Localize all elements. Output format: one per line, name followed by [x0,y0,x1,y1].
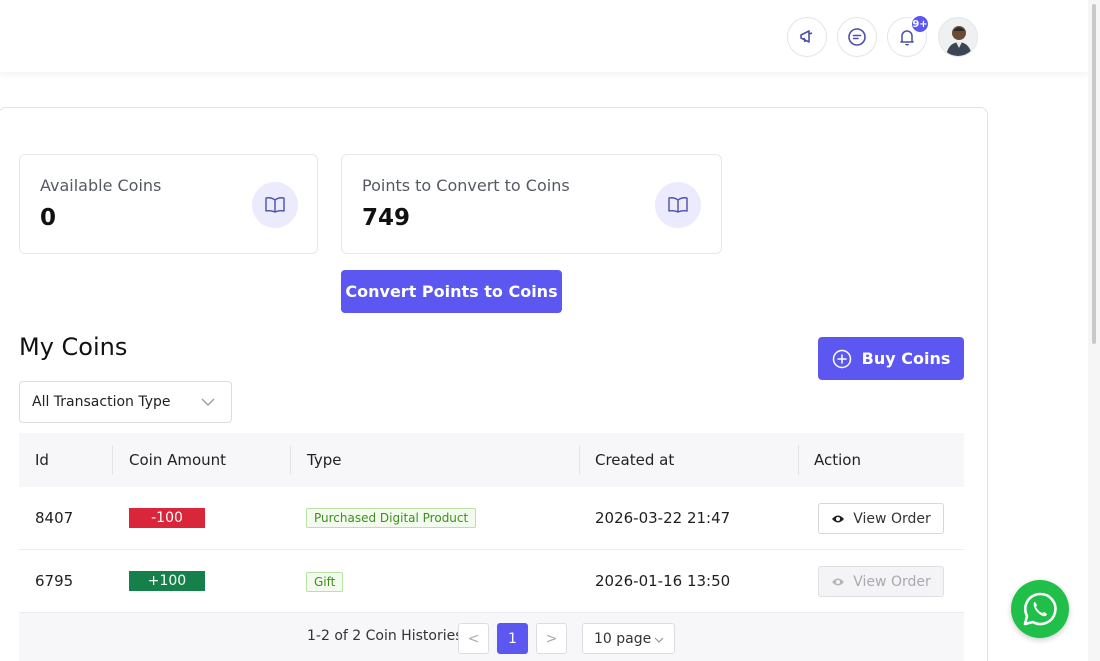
page-title: My Coins [19,333,128,361]
transaction-type-value: All Transaction Type [32,394,171,410]
column-header-id: Id [35,451,49,469]
notification-badge: 9+ [910,14,930,34]
column-header-coin-amount: Coin Amount [129,451,227,469]
column-divider [798,445,799,475]
eye-icon [832,515,845,522]
column-header-created-at: Created at [595,451,675,469]
next-page-button[interactable]: > [536,623,567,654]
points-label: Points to Convert to Coins [362,176,570,195]
top-bar: 9+ [0,0,1088,72]
convert-points-button[interactable]: Convert Points to Coins [341,270,562,313]
available-coins-label: Available Coins [40,176,162,195]
transaction-type-select[interactable]: All Transaction Type [19,381,232,423]
row-id: 8407 [35,509,74,527]
prev-page-button[interactable]: < [458,623,489,654]
chevron-down-icon [654,637,664,643]
table-row: 6795 +100 Gift 2026-01-16 13:50 View Ord… [19,550,964,613]
type-tag: Gift [306,572,344,592]
coin-amount-badge: +100 [129,571,205,591]
whatsapp-icon [1023,592,1057,626]
type-tag: Purchased Digital Product [306,508,477,528]
points-card: Points to Convert to Coins 749 [341,154,722,254]
table-header: Id Coin Amount Type Created at Action [19,433,964,487]
page-size-select[interactable]: 10 page [582,623,675,654]
bell-icon[interactable]: 9+ [887,14,930,57]
page-button-current[interactable]: 1 [497,623,528,654]
plus-circle-icon [832,349,851,368]
pagination-bar: 1-2 of 2 Coin Histories < 1 > 10 page [19,613,964,661]
scrollbar-thumb[interactable] [1092,4,1096,344]
view-order-button[interactable]: View Order [818,566,944,597]
view-order-button[interactable]: View Order [818,503,944,534]
pagination-summary: 1-2 of 2 Coin Histories [307,628,463,644]
avatar[interactable] [938,17,978,57]
chevron-down-icon [201,398,215,406]
buy-coins-button[interactable]: Buy Coins [818,337,964,380]
column-divider [290,445,291,475]
column-header-action: Action [814,451,861,469]
points-value: 749 [362,205,411,231]
page-scrollbar[interactable] [1088,0,1100,661]
megaphone-icon[interactable] [787,17,827,57]
created-at: 2026-03-22 21:47 [595,509,731,527]
whatsapp-chat-button[interactable] [1011,580,1069,638]
row-id: 6795 [35,572,74,590]
column-divider [112,445,113,475]
book-icon [252,182,298,228]
column-divider [579,445,580,475]
page-size-value: 10 page [594,630,652,647]
chat-icon[interactable] [837,17,877,57]
eye-icon [832,578,845,585]
coin-amount-badge: -100 [129,508,205,528]
available-coins-value: 0 [40,205,57,231]
table-row: 8407 -100 Purchased Digital Product 2026… [19,487,964,550]
created-at: 2026-01-16 13:50 [595,572,731,590]
available-coins-card: Available Coins 0 [19,154,318,254]
book-icon [655,182,701,228]
coin-history-table: Id Coin Amount Type Created at Action 84… [19,433,964,661]
buy-coins-label: Buy Coins [861,349,951,368]
view-order-label: View Order [853,573,931,590]
column-header-type: Type [307,451,342,469]
view-order-label: View Order [853,510,931,527]
